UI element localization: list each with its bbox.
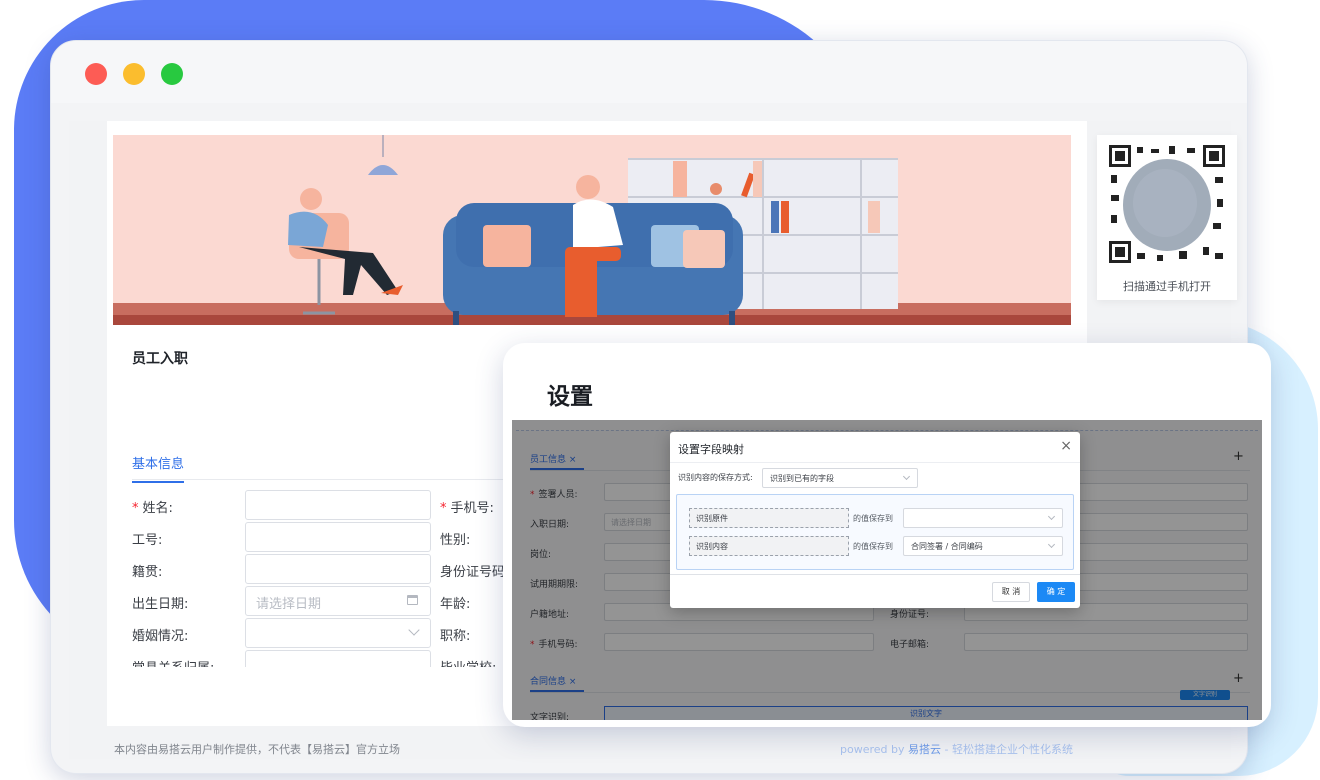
field-mapping-dialog: 设置字段映射 × 识别内容的保存方式: 识别到已有的字段 识别原件 的值保存到 … [670, 432, 1080, 608]
name-input[interactable] [245, 490, 431, 520]
settings-title: 设置 [547, 384, 593, 410]
save-mode-value: 识别到已有的字段 [770, 474, 834, 483]
footer-powered-by: powered by 易搭云 - 轻松搭建企业个性化系统 [840, 741, 1073, 757]
settings-panel: 设置 员工信息 × + * 签署人员: 入职日期: 请选择日期 岗位: 试用期期限… [503, 343, 1271, 727]
cancel-button[interactable]: 取 消 [992, 582, 1030, 602]
mapping-save-label-1: 的值保存到 [853, 514, 893, 523]
household-input[interactable] [245, 650, 431, 667]
dialog-title: 设置字段映射 [678, 443, 744, 456]
confirm-button[interactable]: 确 定 [1037, 582, 1075, 602]
dialog-divider [670, 462, 1080, 463]
maximize-window-icon[interactable] [161, 63, 183, 85]
field-label-birthday: 出生日期: [132, 597, 189, 612]
field-label-school: 毕业学校: [440, 657, 496, 667]
chevron-down-icon [408, 624, 420, 636]
office-illustration [113, 135, 1071, 325]
mapping-target-select-2[interactable]: 合同签署 / 合同编码 [903, 536, 1063, 556]
chevron-down-icon [1047, 512, 1056, 521]
mapping-source-2: 识别内容 [689, 536, 849, 556]
field-label-title: 职称: [440, 629, 471, 644]
powered-brand-link[interactable]: 易搭云 [908, 743, 941, 756]
chevron-down-icon [902, 472, 911, 481]
mapping-target-value-2: 合同签署 / 合同编码 [911, 542, 983, 551]
settings-screenshot: 员工信息 × + * 签署人员: 入职日期: 请选择日期 岗位: 试用期期限: 户… [512, 420, 1262, 720]
close-window-icon[interactable] [85, 63, 107, 85]
stage: 员工入职 基本信息 *姓名: *手机号: 工号: 性别: 籍贯: 身份证号码 [0, 0, 1320, 780]
close-icon[interactable]: × [1060, 438, 1072, 454]
qr-caption: 扫描通过手机打开 [1123, 280, 1211, 293]
field-label-gender: 性别: [440, 533, 471, 548]
powered-prefix: powered by [840, 743, 905, 756]
native-place-input[interactable] [245, 554, 431, 584]
mapping-source-1: 识别原件 [689, 508, 849, 528]
chevron-down-icon [1047, 540, 1056, 549]
save-mode-label: 识别内容的保存方式: [678, 473, 753, 482]
employee-id-input[interactable] [245, 522, 431, 552]
save-mode-select[interactable]: 识别到已有的字段 [762, 468, 918, 488]
field-label-phone: * 手机号: [440, 501, 494, 516]
marital-select[interactable] [245, 618, 431, 648]
banner-illustration [113, 135, 1071, 325]
dialog-footer-divider [670, 574, 1080, 575]
field-label-marital: 婚姻情况: [132, 629, 189, 644]
field-label-age: 年龄: [440, 597, 471, 612]
window-titlebar [51, 41, 1247, 103]
mapping-panel: 识别原件 的值保存到 识别内容 的值保存到 合同签署 / 合同编码 [676, 494, 1074, 570]
powered-suffix: - 轻松搭建企业个性化系统 [944, 743, 1073, 756]
birthday-date-picker[interactable]: 请选择日期 [245, 586, 431, 616]
field-label-native-place: 籍贯: [132, 565, 163, 580]
field-label-household: 常具关系归属: [132, 657, 214, 667]
field-label-employee-id: 工号: [132, 533, 163, 548]
form-title: 员工入职 [132, 351, 188, 367]
minimize-window-icon[interactable] [123, 63, 145, 85]
field-label-name: * 姓名: [132, 501, 173, 516]
mapping-target-select-1[interactable] [903, 508, 1063, 528]
qr-code-image [1107, 143, 1227, 265]
calendar-icon [407, 595, 418, 605]
footer-disclaimer: 本内容由易搭云用户制作提供，不代表【易搭云】官方立场 [114, 743, 400, 756]
mapping-save-label-2: 的值保存到 [853, 542, 893, 551]
field-label-id-number: 身份证号码 [440, 565, 506, 580]
date-placeholder: 请选择日期 [256, 597, 322, 612]
qr-card: 扫描通过手机打开 [1097, 135, 1237, 300]
